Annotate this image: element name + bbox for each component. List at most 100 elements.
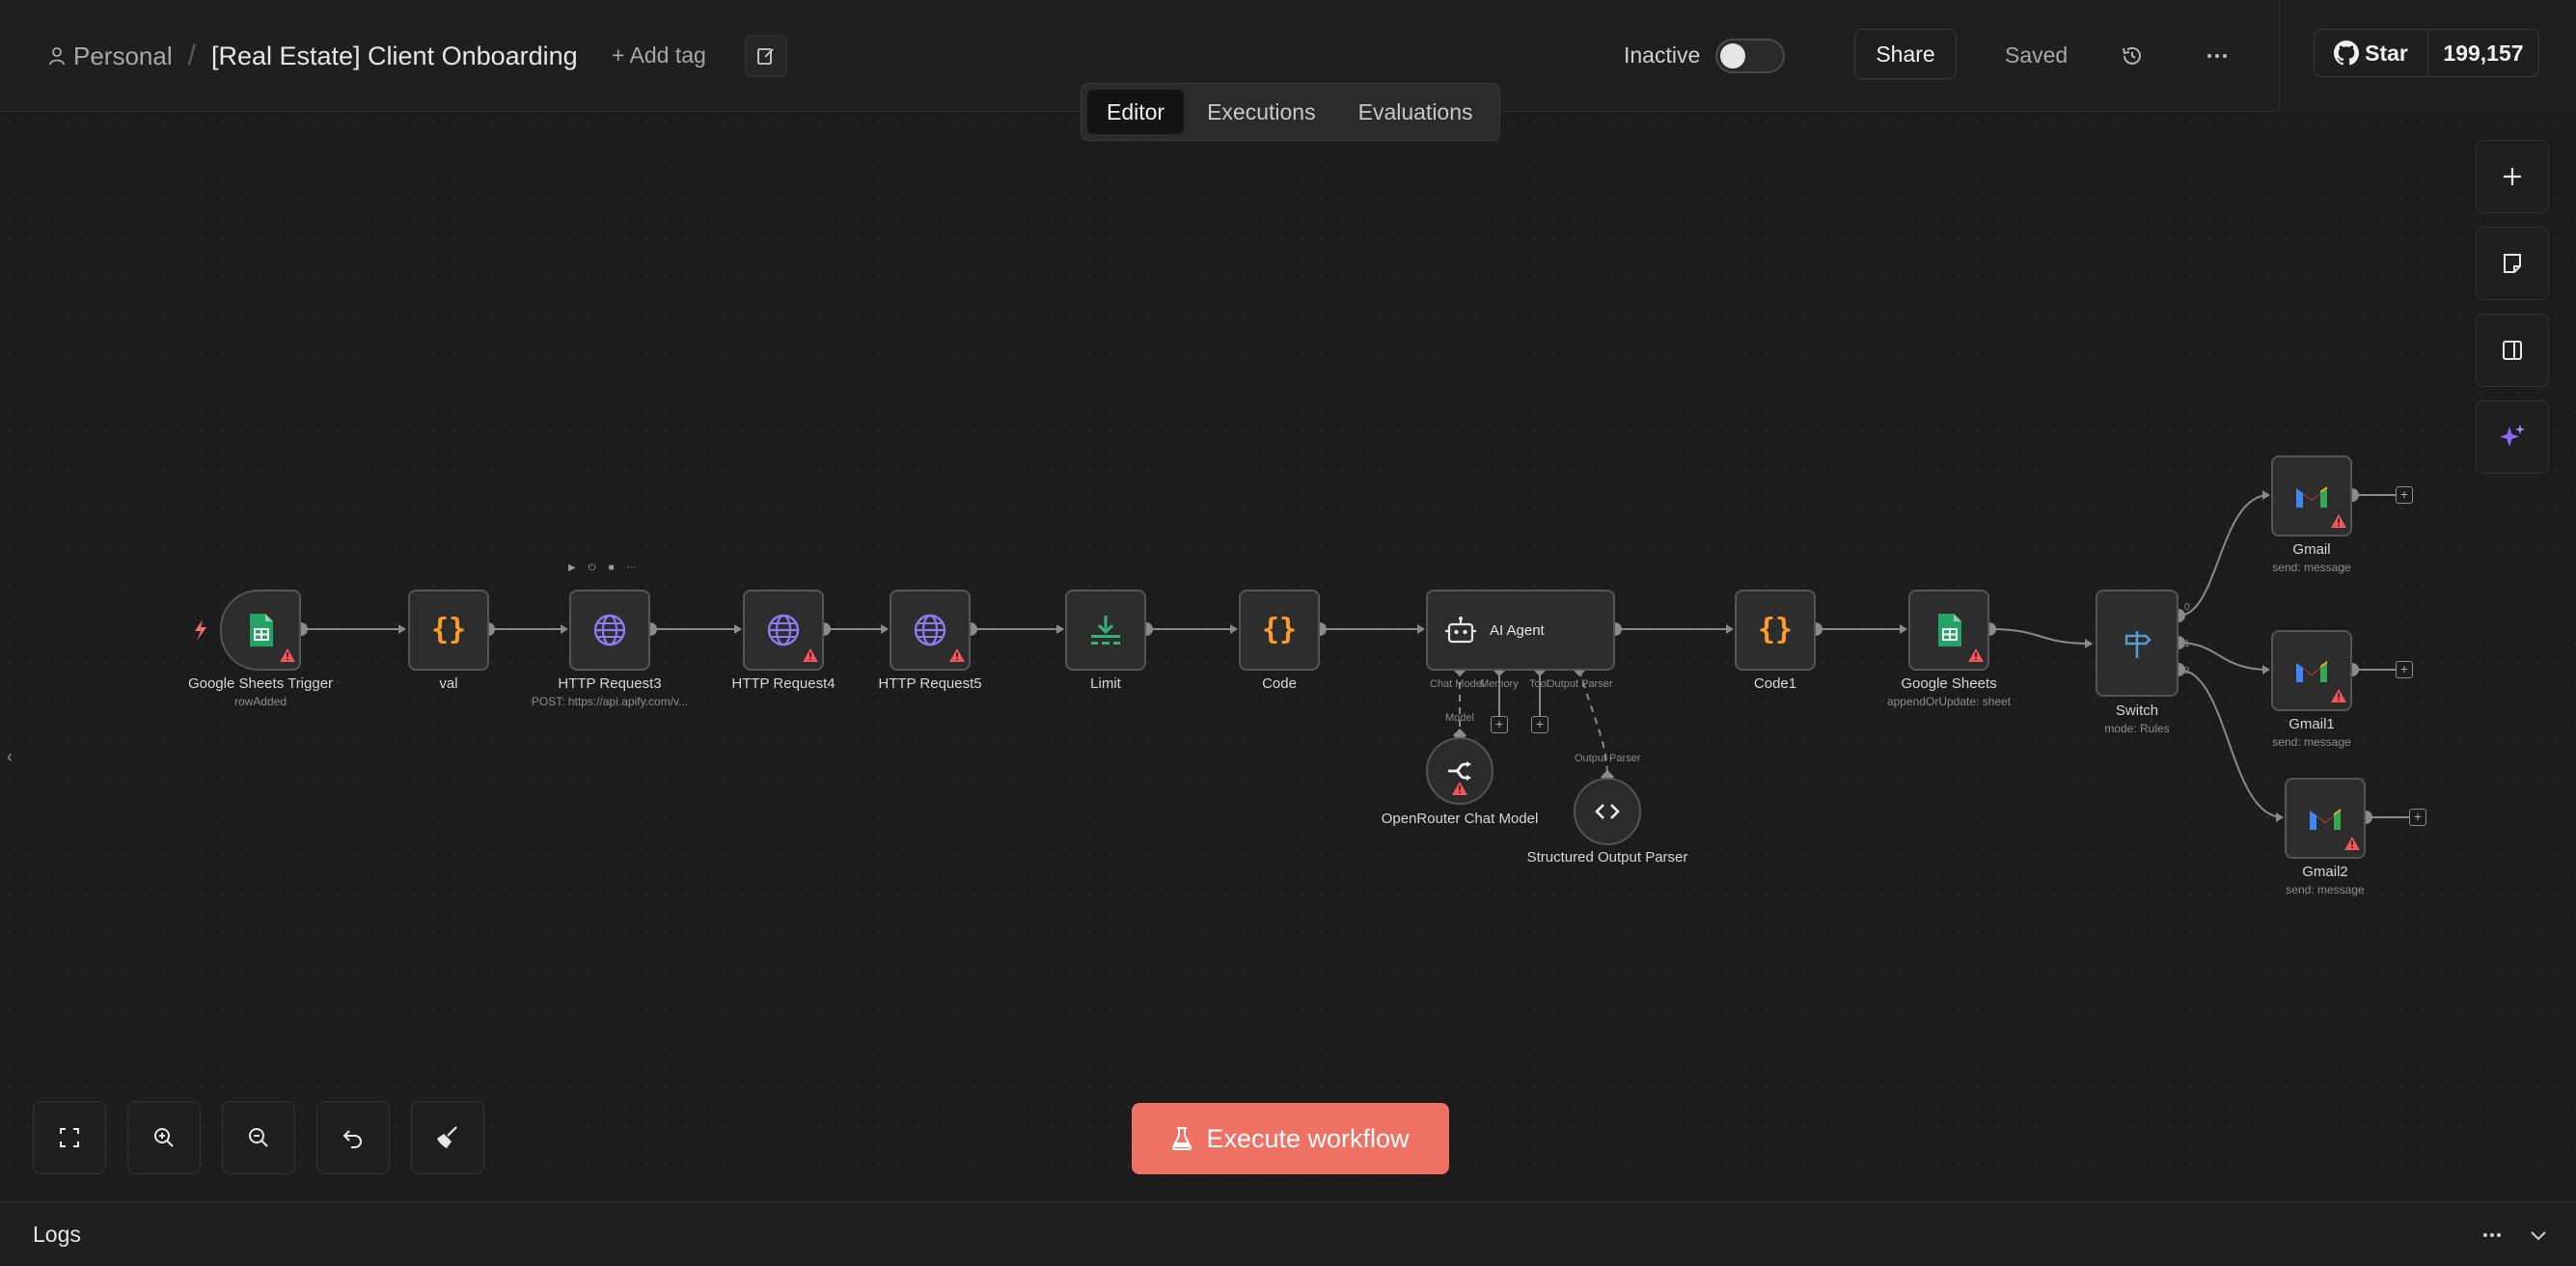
node-label: Google Sheets Trigger <box>187 675 334 692</box>
svg-text:1: 1 <box>2184 639 2190 649</box>
node-subtitle: appendOrUpdate: sheet <box>1886 695 2012 708</box>
svg-text:0: 0 <box>2184 602 2190 613</box>
flask-icon <box>1172 1127 1192 1150</box>
power-icon[interactable]: ⏻ <box>589 563 596 573</box>
edge-label-output-parser: Output Parser <box>1575 753 1641 764</box>
code-brackets-icon <box>1595 804 1620 819</box>
code-braces-icon: {} <box>1758 615 1793 646</box>
node-subtitle: send: message <box>2272 735 2351 749</box>
node-label: Code1 <box>1753 675 1797 692</box>
add-node-button[interactable]: + <box>2409 809 2426 826</box>
connection[interactable] <box>2178 669 2284 818</box>
node-label: HTTP Request4 <box>731 675 836 692</box>
add-node-button[interactable] <box>2476 140 2549 213</box>
connection[interactable] <box>2178 642 2270 671</box>
node-label: Gmail2 <box>2302 864 2348 880</box>
add-tool-button[interactable]: + <box>1531 716 1548 733</box>
undo-icon <box>343 1130 362 1148</box>
canvas-zoom-controls <box>33 1101 484 1174</box>
zoom-in-button[interactable] <box>127 1101 201 1174</box>
trigger-bolt-icon <box>195 619 206 641</box>
google-sheets-icon <box>250 614 273 647</box>
play-icon[interactable]: ▶ <box>568 563 576 573</box>
canvas-side-toolbar <box>2476 140 2549 487</box>
zoom-out-icon <box>249 1128 268 1147</box>
svg-text:{}: {} <box>431 615 466 646</box>
node-label: Code <box>1262 675 1297 692</box>
openrouter-icon <box>1448 761 1471 781</box>
node-subtitle: send: message <box>2272 561 2351 574</box>
trash-icon[interactable]: ■ <box>609 563 615 573</box>
node-hover-toolbar: ▶ ⏻ ■ ⋯ <box>568 563 637 573</box>
gmail-icon <box>2296 486 2327 508</box>
node-structured-output-parser[interactable] <box>1574 778 1641 845</box>
gmail-icon <box>2296 661 2327 682</box>
tidy-up-button[interactable] <box>411 1101 484 1174</box>
node-code[interactable]: {} <box>1239 590 1320 671</box>
plus-icon <box>2504 168 2521 185</box>
gmail-icon <box>2310 809 2341 830</box>
node-label: HTTP Request5 <box>878 675 982 692</box>
node-label: Structured Output Parser <box>1526 849 1688 866</box>
globe-icon <box>593 614 626 647</box>
port-label-chat-model: Chat Model <box>1430 678 1485 690</box>
node-subtitle: POST: https://api.apify.com/v... <box>531 695 689 708</box>
node-label: Limit <box>1090 675 1121 692</box>
node-label: Switch <box>2115 702 2159 719</box>
execute-workflow-button[interactable]: Execute workflow <box>1132 1103 1449 1174</box>
globe-icon <box>767 614 800 647</box>
add-node-button[interactable]: + <box>2396 486 2413 504</box>
node-label: Google Sheets <box>1901 675 1997 692</box>
add-memory-button[interactable]: + <box>1491 716 1508 733</box>
tab-evaluations[interactable]: Evaluations <box>1339 90 1493 134</box>
node-subtitle: rowAdded <box>233 695 288 708</box>
broom-icon <box>437 1126 457 1148</box>
node-label: Gmail1 <box>2288 716 2335 732</box>
port-label-memory: Memory <box>1480 678 1519 690</box>
tab-executions[interactable]: Executions <box>1188 90 1335 134</box>
node-label: AI Agent <box>1490 621 1545 639</box>
undo-button[interactable] <box>316 1101 390 1174</box>
node-label: OpenRouter Chat Model <box>1381 811 1539 827</box>
signpost-icon <box>2124 630 2151 658</box>
zoom-in-icon <box>154 1128 174 1147</box>
node-switch[interactable] <box>2096 590 2179 697</box>
tab-editor[interactable]: Editor <box>1087 90 1185 134</box>
panel-icon <box>2503 341 2522 360</box>
toggle-panel-button[interactable] <box>2476 314 2549 387</box>
add-sticky-note-button[interactable] <box>2476 227 2549 300</box>
node-code1[interactable]: {} <box>1735 590 1816 671</box>
code-braces-icon: {} <box>431 615 466 646</box>
node-subtitle: mode: Rules <box>2104 722 2170 735</box>
node-val[interactable]: {} <box>408 590 489 671</box>
svg-text:2: 2 <box>2184 666 2190 676</box>
sparkle-icon <box>2500 425 2525 447</box>
ai-assistant-button[interactable] <box>2476 400 2549 474</box>
node-ai-agent[interactable]: AI Agent <box>1426 590 1615 671</box>
connection[interactable] <box>2178 494 2270 617</box>
fit-view-icon <box>60 1128 79 1147</box>
node-subtitle: send: message <box>2286 883 2365 896</box>
node-label: val <box>439 675 458 692</box>
sticky-note-icon <box>2504 254 2521 273</box>
limit-icon <box>1091 616 1120 645</box>
svg-text:{}: {} <box>1758 615 1793 646</box>
node-label: Gmail <box>2292 541 2331 558</box>
google-sheets-icon <box>1938 614 1961 647</box>
robot-icon <box>1445 617 1476 644</box>
node-http-request3[interactable] <box>569 590 650 671</box>
zoom-out-button[interactable] <box>222 1101 295 1174</box>
view-tabs: Editor Executions Evaluations <box>1081 83 1500 141</box>
node-label: HTTP Request3 <box>558 675 662 692</box>
connection[interactable] <box>1988 628 2093 645</box>
port-label-output-parser: Output Parser <box>1547 678 1613 690</box>
fit-view-button[interactable] <box>33 1101 106 1174</box>
globe-icon <box>914 614 946 647</box>
edge-label-model: Model <box>1445 712 1474 724</box>
execute-workflow-label: Execute workflow <box>1206 1123 1410 1153</box>
node-limit[interactable] <box>1065 590 1146 671</box>
code-braces-icon: {} <box>1262 615 1297 646</box>
svg-text:{}: {} <box>1262 615 1297 646</box>
more-icon[interactable]: ⋯ <box>627 563 637 573</box>
add-node-button[interactable]: + <box>2396 661 2413 678</box>
